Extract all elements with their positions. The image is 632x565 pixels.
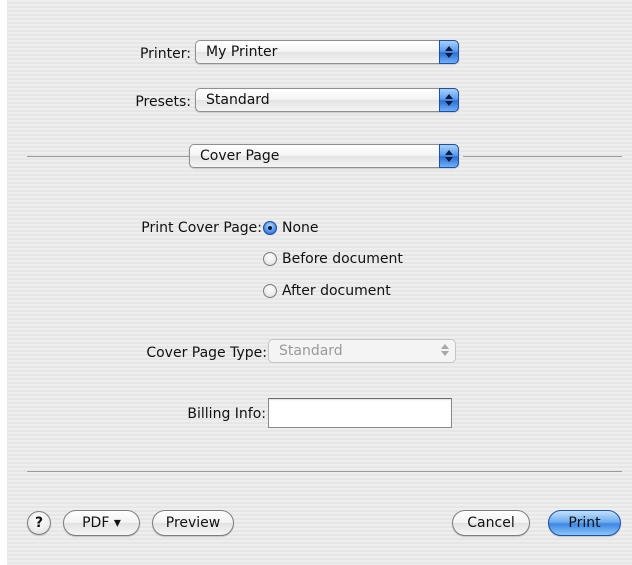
billing-info-label: Billing Info:	[187, 406, 266, 422]
radio-after-document[interactable]	[263, 284, 277, 298]
printer-label: Printer:	[139, 46, 191, 62]
panel-selector-popup[interactable]: Cover Page	[189, 144, 459, 168]
help-button[interactable]: ?	[27, 511, 51, 535]
preview-button[interactable]: Preview	[152, 510, 234, 536]
radio-before-document[interactable]	[263, 252, 277, 266]
up-down-arrows-icon	[439, 40, 459, 64]
pdf-button[interactable]: PDF ▾	[63, 510, 140, 536]
radio-dot-icon	[268, 226, 272, 230]
print-button[interactable]: Print	[548, 510, 621, 536]
panel-selector-value: Cover Page	[200, 148, 280, 164]
separator-left	[27, 156, 189, 157]
printer-value: My Printer	[206, 44, 278, 60]
bottom-separator	[27, 471, 622, 472]
billing-info-field[interactable]	[268, 398, 452, 428]
presets-label: Presets:	[135, 94, 191, 110]
radio-none[interactable]	[263, 221, 277, 235]
cancel-button[interactable]: Cancel	[452, 510, 530, 536]
print-cover-page-label: Print Cover Page:	[141, 220, 262, 236]
print-dialog: Printer: My Printer Presets: Standard Co…	[7, 0, 632, 565]
radio-before-document-label: Before document	[282, 251, 403, 267]
radio-none-label: None	[282, 220, 319, 236]
cover-page-type-value: Standard	[279, 343, 343, 359]
presets-popup[interactable]: Standard	[195, 88, 459, 112]
cover-page-type-popup[interactable]: Standard	[268, 339, 456, 363]
separator-right	[463, 156, 622, 157]
radio-after-document-label: After document	[282, 283, 391, 299]
cover-page-type-label: Cover Page Type:	[146, 345, 267, 361]
printer-popup[interactable]: My Printer	[195, 40, 459, 64]
up-down-arrows-icon	[439, 88, 459, 112]
presets-value: Standard	[206, 92, 270, 108]
up-down-arrows-icon	[436, 339, 456, 363]
up-down-arrows-icon	[439, 144, 459, 168]
